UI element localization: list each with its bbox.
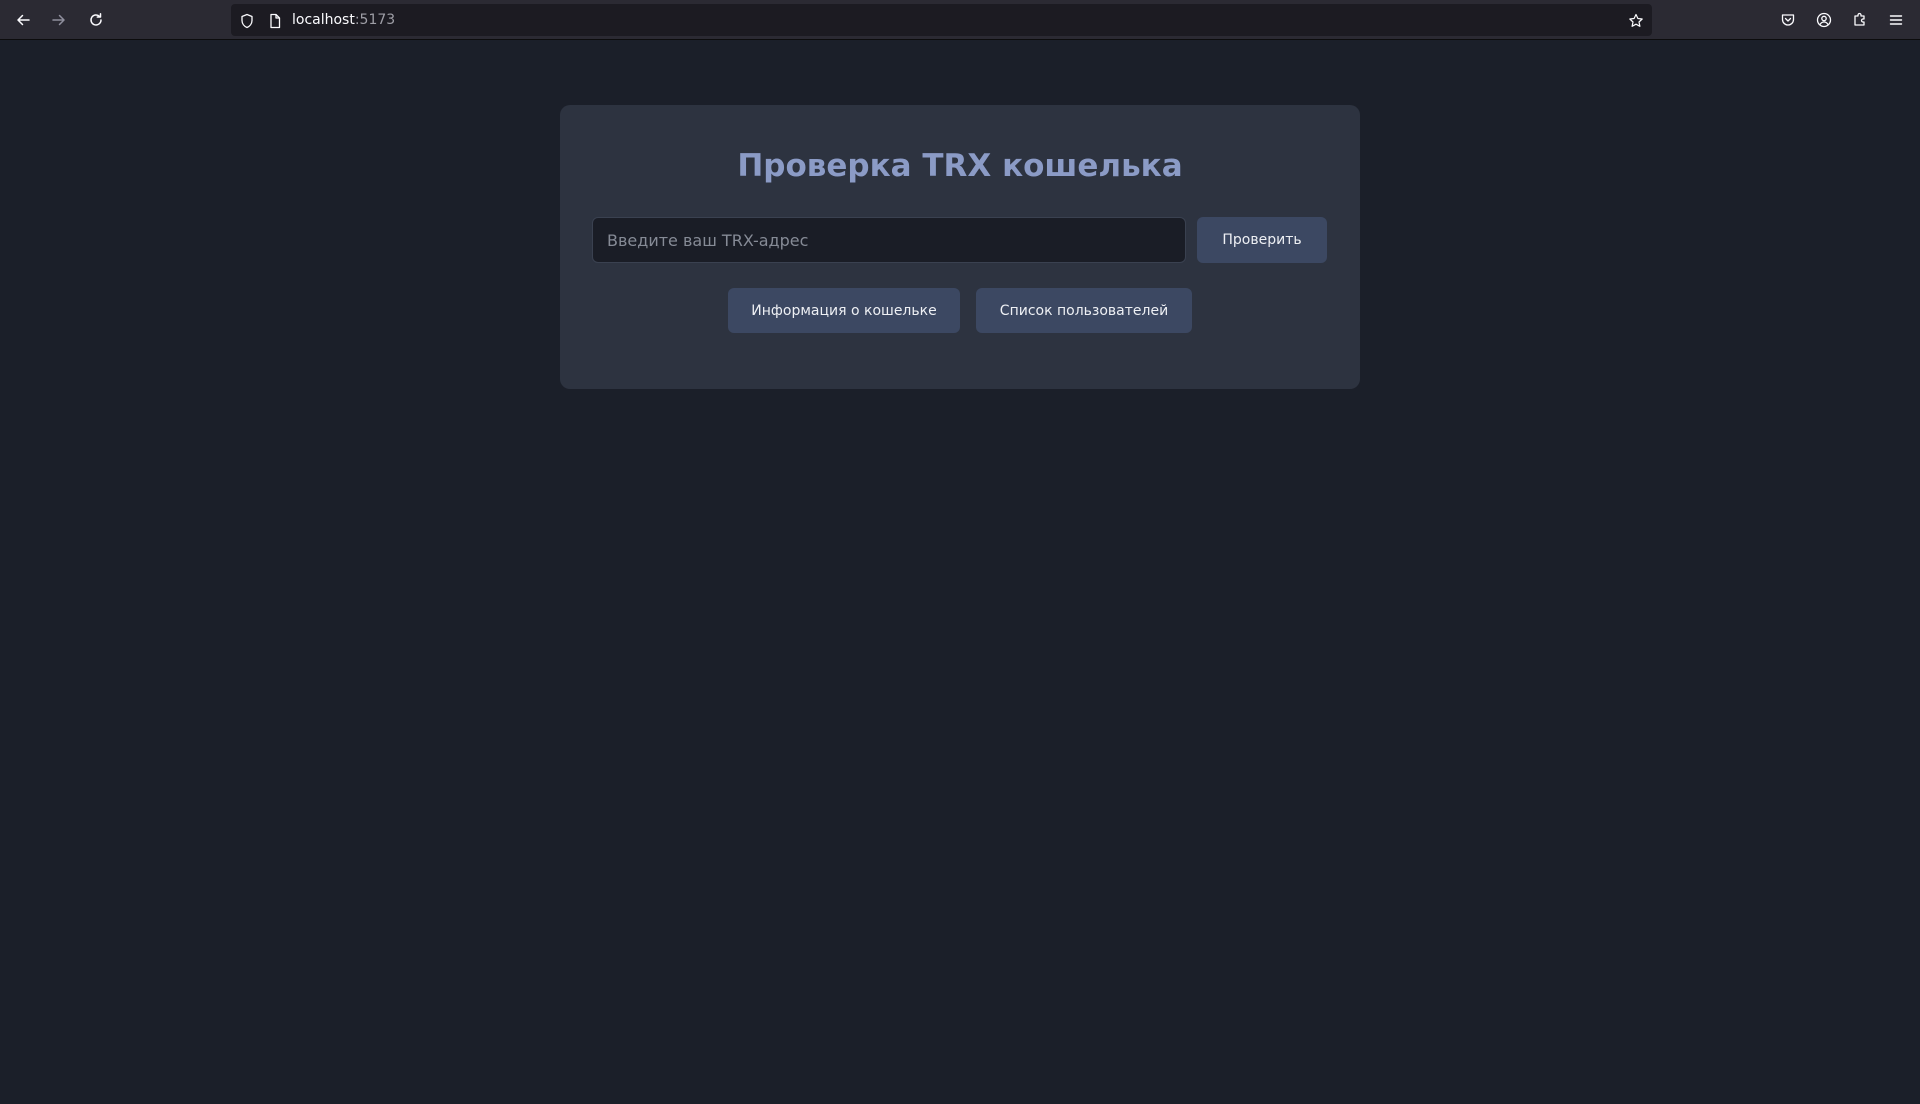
arrow-right-icon <box>52 14 65 26</box>
browser-toolbar: localhost:5173 <box>0 0 1920 40</box>
users-list-button[interactable]: Список пользователей <box>976 288 1192 333</box>
reload-icon <box>90 13 102 26</box>
pocket-button[interactable] <box>1773 5 1803 35</box>
check-button[interactable]: Проверить <box>1197 217 1327 263</box>
reload-button[interactable] <box>81 5 111 35</box>
puzzle-icon <box>1854 12 1865 26</box>
forward-button[interactable] <box>44 5 74 35</box>
page-title: Проверка TRX кошелька <box>737 148 1183 184</box>
menu-button[interactable] <box>1881 5 1911 35</box>
wallet-info-button[interactable]: Информация о кошельке <box>728 288 960 333</box>
account-icon <box>1816 12 1832 28</box>
url-bar[interactable]: localhost:5173 <box>231 4 1652 36</box>
page-icon[interactable] <box>267 13 283 29</box>
url-host: localhost <box>292 12 355 28</box>
url-text[interactable]: localhost:5173 <box>292 4 395 36</box>
account-button[interactable] <box>1809 5 1839 35</box>
arrow-left-icon <box>17 14 30 26</box>
hamburger-icon <box>1889 15 1903 25</box>
back-button[interactable] <box>8 5 38 35</box>
extensions-button[interactable] <box>1845 5 1875 35</box>
trx-address-input[interactable] <box>592 217 1186 263</box>
shield-icon[interactable] <box>239 13 255 29</box>
pocket-icon <box>1781 14 1795 26</box>
url-port: :5173 <box>354 12 396 28</box>
star-icon[interactable] <box>1628 13 1644 29</box>
wallet-check-card: Проверка TRX кошелька Проверить Информац… <box>560 105 1360 389</box>
